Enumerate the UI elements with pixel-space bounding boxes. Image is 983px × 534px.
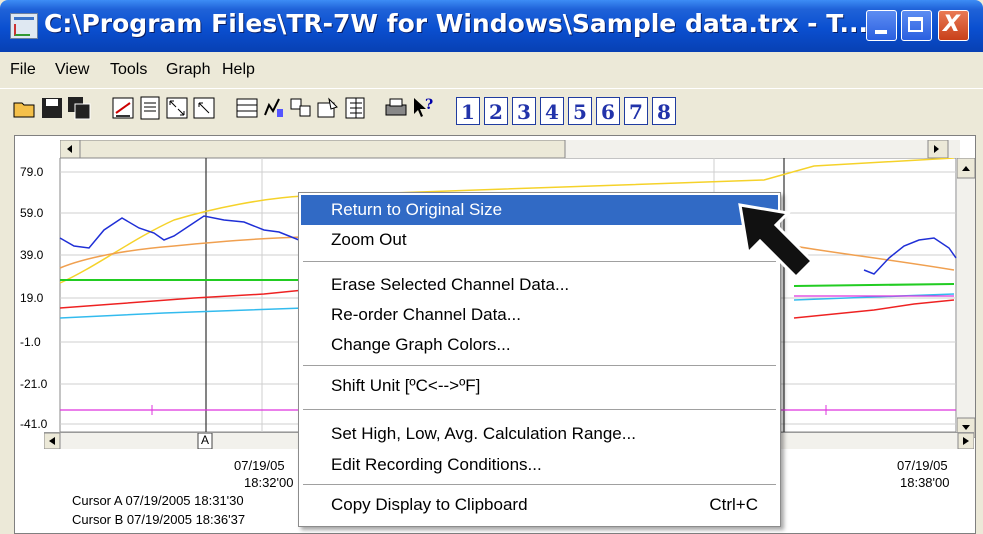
- cursor-a-marker[interactable]: A: [201, 433, 209, 447]
- app-icon[interactable]: [10, 13, 38, 39]
- report-icon[interactable]: [137, 95, 163, 121]
- y-tick-label: 39.0: [20, 248, 44, 262]
- time-left-time: 18:32'00: [244, 475, 294, 490]
- close-icon: X: [943, 12, 960, 37]
- channel-2-button[interactable]: 2: [484, 97, 508, 125]
- channel-5-button[interactable]: 5: [568, 97, 592, 125]
- cursor-a-readout: Cursor A 07/19/2005 18:31'30: [72, 493, 244, 508]
- menu-file[interactable]: File: [10, 61, 36, 79]
- menu-item-label: Re-order Channel Data...: [331, 305, 521, 324]
- table-icon[interactable]: [234, 95, 260, 121]
- menu-item-label: Shift Unit [ºC<-->ºF]: [331, 376, 481, 395]
- maximize-icon: [908, 17, 923, 32]
- menu-item-label: Change Graph Colors...: [331, 335, 511, 354]
- menu-item-set-calc-range[interactable]: Set High, Low, Avg. Calculation Range...: [301, 419, 778, 449]
- menu-bar: File View Tools Graph Help: [0, 55, 983, 85]
- zoom-fit-icon[interactable]: [164, 95, 190, 121]
- time-right-date: 07/19/05: [897, 458, 948, 473]
- menu-separator: [303, 365, 776, 366]
- menu-view[interactable]: View: [55, 61, 89, 79]
- window-title: C:\Program Files\TR-7W for Windows\Sampl…: [44, 9, 868, 38]
- menu-tools[interactable]: Tools: [110, 61, 147, 79]
- close-button[interactable]: X: [938, 10, 969, 41]
- chart-settings-icon[interactable]: [110, 95, 136, 121]
- y-tick-label: 59.0: [20, 206, 44, 220]
- properties-icon[interactable]: [315, 95, 341, 121]
- menu-graph[interactable]: Graph: [166, 61, 210, 79]
- channel-8-button[interactable]: 8: [652, 97, 676, 125]
- menu-item-return-original-size[interactable]: Return to Original Size: [301, 195, 778, 225]
- save-all-icon[interactable]: [66, 95, 92, 121]
- y-tick-label: 79.0: [20, 165, 44, 179]
- open-folder-icon[interactable]: [12, 95, 38, 121]
- y-tick-label: -21.0: [20, 377, 48, 391]
- menu-item-change-graph-colors[interactable]: Change Graph Colors...: [301, 330, 778, 360]
- menu-item-erase-channel-data[interactable]: Erase Selected Channel Data...: [301, 270, 778, 300]
- menu-item-label: Edit Recording Conditions...: [331, 455, 542, 474]
- menu-separator: [303, 409, 776, 410]
- channel-3-button[interactable]: 3: [512, 97, 536, 125]
- context-menu: Return to Original Size Zoom Out Erase S…: [298, 192, 781, 527]
- menu-item-label: Erase Selected Channel Data...: [331, 275, 570, 294]
- menu-item-label: Set High, Low, Avg. Calculation Range...: [331, 424, 636, 443]
- zoom-out-icon[interactable]: [191, 95, 217, 121]
- menu-item-copy-to-clipboard[interactable]: Copy Display to Clipboard Ctrl+C: [301, 490, 778, 520]
- y-tick-label: -1.0: [20, 335, 41, 349]
- time-left-date: 07/19/05: [234, 458, 285, 473]
- help-pointer-icon[interactable]: ?: [410, 95, 436, 121]
- pointer-arrow-icon: [738, 203, 815, 280]
- list-icon[interactable]: [342, 95, 368, 121]
- menu-item-label: Copy Display to Clipboard: [331, 495, 528, 514]
- top-scrollbar[interactable]: [60, 140, 960, 158]
- menu-item-label: Zoom Out: [331, 230, 407, 249]
- menu-item-zoom-out[interactable]: Zoom Out: [301, 225, 778, 255]
- channel-7-button[interactable]: 7: [624, 97, 648, 125]
- minimize-button[interactable]: [866, 10, 897, 41]
- cursor-b-readout: Cursor B 07/19/2005 18:36'37: [72, 512, 246, 527]
- channel-icon[interactable]: [288, 95, 314, 121]
- menu-separator: [303, 484, 776, 485]
- channel-6-button[interactable]: 6: [596, 97, 620, 125]
- save-icon[interactable]: [39, 95, 65, 121]
- channel-1-button[interactable]: 1: [456, 97, 480, 125]
- toolbar: ? 1 2 3 4 5 6 7 8: [0, 88, 983, 129]
- maximize-button[interactable]: [901, 10, 932, 41]
- menu-item-edit-recording-conditions[interactable]: Edit Recording Conditions...: [301, 450, 778, 480]
- menu-separator: [303, 261, 776, 262]
- menu-item-shortcut: Ctrl+C: [709, 495, 758, 514]
- channel-4-button[interactable]: 4: [540, 97, 564, 125]
- menu-item-shift-unit[interactable]: Shift Unit [ºC<-->ºF]: [301, 371, 778, 401]
- edit-icon[interactable]: [261, 95, 287, 121]
- vertical-scrollbar[interactable]: [957, 158, 975, 438]
- minimize-icon: [875, 30, 887, 34]
- y-tick-label: -41.0: [20, 417, 48, 431]
- svg-text:?: ?: [425, 97, 433, 113]
- title-bar[interactable]: C:\Program Files\TR-7W for Windows\Sampl…: [0, 0, 983, 52]
- time-right-time: 18:38'00: [900, 475, 950, 490]
- print-icon[interactable]: [383, 95, 409, 121]
- menu-item-label: Return to Original Size: [331, 200, 503, 219]
- menu-help[interactable]: Help: [222, 61, 255, 79]
- menu-item-reorder-channel-data[interactable]: Re-order Channel Data...: [301, 300, 778, 330]
- y-tick-label: 19.0: [20, 291, 44, 305]
